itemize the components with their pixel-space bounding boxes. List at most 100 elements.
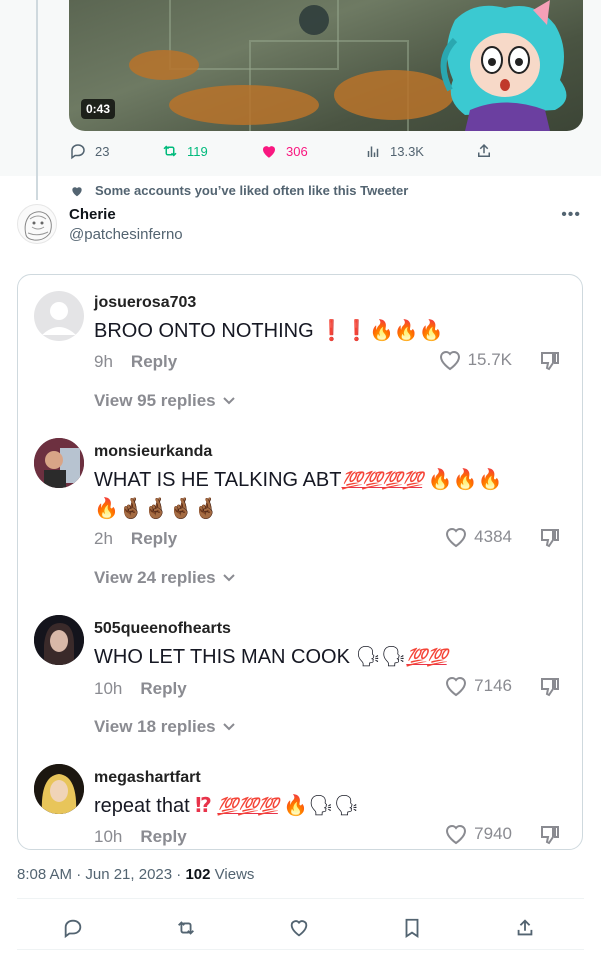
- comment-text: repeat that ⁉ 💯💯💯 🔥🗣🗣: [94, 792, 554, 821]
- social-context: Some accounts you’ve liked often like th…: [70, 183, 408, 198]
- comment-text: WHO LET THIS MAN COOK 🗣🗣💯💯: [94, 643, 554, 672]
- sketch-avatar-image: [24, 211, 52, 241]
- view-replies: View 24 replies: [94, 568, 236, 588]
- default-avatar-icon: [42, 302, 76, 335]
- heart-filled-icon: [263, 146, 275, 158]
- retweet-action[interactable]: 119: [161, 142, 208, 160]
- view-replies-label: View 24 replies: [94, 568, 216, 587]
- analytics-icon: [367, 146, 379, 157]
- comment-likes: 15.7K: [438, 349, 512, 371]
- comment-username: monsieurkanda: [94, 443, 213, 460]
- comment-body: BROO ONTO NOTHING: [94, 320, 314, 342]
- leaf-pile: [129, 50, 199, 80]
- divider: [17, 898, 584, 899]
- share-icon[interactable]: [514, 917, 536, 939]
- comment-emoji: 🔥🗣🗣: [283, 795, 360, 817]
- video-player[interactable]: 0:43: [69, 0, 583, 131]
- comment-emoji-line: 🔥🤞🏾🤞🏾🤞🏾🤞🏾: [94, 498, 219, 520]
- bookmark-icon[interactable]: [401, 917, 423, 939]
- comment-avatar: [34, 291, 84, 341]
- comment-text: WHAT IS HE TALKING ABT💯💯💯💯 🔥🔥🔥 🔥🤞🏾🤞🏾🤞🏾🤞🏾: [94, 466, 554, 523]
- views-action[interactable]: 13.3K: [364, 142, 424, 160]
- comment-meta: 9h Reply: [94, 352, 177, 372]
- comment-emoji: 🔥🔥🔥: [427, 469, 503, 491]
- views-label: Views: [214, 866, 255, 883]
- comment-likes: 7146: [444, 675, 512, 697]
- view-replies-label: View 95 replies: [94, 391, 216, 410]
- chevron-down-icon: [222, 397, 235, 405]
- tweet-meta: 8:08 AM · Jun 21, 2023 · 102 Views: [17, 866, 254, 883]
- user-handle[interactable]: @patchesinferno: [69, 226, 183, 243]
- comment-age: 9h: [94, 352, 113, 371]
- leaf-pile: [169, 85, 319, 125]
- quoted-tweet-actions: 23 119 306 13.3K: [69, 142, 509, 166]
- comment-avatar: [34, 438, 84, 488]
- thread-line: [36, 0, 38, 200]
- comment-avatar: [34, 764, 84, 814]
- comment-likes: 7940: [444, 823, 512, 845]
- retweet-count: 119: [187, 143, 208, 159]
- video-duration: 0:43: [81, 99, 116, 119]
- character-figure: [299, 5, 329, 35]
- retweet-icon[interactable]: [175, 917, 197, 939]
- retweet-icon: [163, 145, 177, 157]
- view-replies: View 18 replies: [94, 717, 236, 737]
- comment-age: 10h: [94, 827, 123, 846]
- comment-text: BROO ONTO NOTHING ❗❗🔥🔥🔥: [94, 317, 554, 345]
- reply-button: Reply: [140, 827, 187, 846]
- heart-outline-icon: [439, 351, 460, 371]
- tweet-action-bar: [17, 905, 584, 949]
- comment-avatar: [34, 615, 84, 665]
- view-replies: View 95 replies: [94, 391, 236, 411]
- photo-avatar-image: [34, 438, 84, 488]
- comment-username: 505queenofhearts: [94, 620, 231, 637]
- comment-meta: 10h Reply: [94, 827, 187, 847]
- divider: [17, 949, 584, 950]
- like-count: 306: [286, 143, 308, 159]
- heart-outline-icon: [446, 528, 467, 548]
- display-name[interactable]: Cherie: [69, 206, 116, 223]
- social-context-text: Some accounts you’ve liked often like th…: [95, 183, 409, 198]
- photo-avatar-image: [34, 615, 84, 665]
- heart-icon[interactable]: [288, 917, 310, 939]
- reply-button: Reply: [140, 679, 187, 698]
- reply-count: 23: [95, 143, 110, 159]
- dislike-icon: [538, 526, 562, 555]
- comment-username: megashartfart: [94, 769, 201, 786]
- reply-button: Reply: [130, 529, 178, 548]
- avatar[interactable]: [17, 204, 57, 244]
- view-replies-label: View 18 replies: [94, 717, 216, 736]
- comment-meta: 10h Reply: [94, 679, 187, 699]
- comment-body: WHAT IS HE TALKING ABT: [94, 469, 342, 491]
- reply-action[interactable]: 23: [69, 142, 109, 160]
- comment-like-count: 15.7K: [467, 350, 512, 369]
- comment-emoji: ❗❗🔥🔥🔥: [319, 320, 444, 342]
- chevron-down-icon: [222, 574, 235, 582]
- hundred-emoji: 💯💯💯: [217, 797, 279, 816]
- more-icon[interactable]: •••: [561, 206, 581, 224]
- reply-button: Reply: [130, 352, 178, 371]
- dislike-icon: [538, 675, 562, 704]
- meta-separator: ·: [176, 866, 182, 883]
- share-action[interactable]: [475, 142, 493, 160]
- comment-like-count: 7146: [474, 676, 512, 695]
- comment-age: 10h: [94, 679, 123, 698]
- interrobang-emoji: ⁉: [195, 795, 212, 817]
- comment-like-count: 7940: [474, 824, 512, 843]
- comment-emoji: 🗣🗣: [355, 646, 407, 668]
- chevron-down-icon: [222, 723, 235, 731]
- vtuber-avatar-image: [440, 0, 567, 131]
- heart-icon: [72, 186, 82, 196]
- like-action[interactable]: 306: [260, 142, 308, 160]
- dislike-icon: [538, 349, 562, 378]
- reply-icon[interactable]: [62, 917, 84, 939]
- views-count: 102: [185, 866, 211, 883]
- view-count: 13.3K: [390, 143, 424, 159]
- tweet-timestamp[interactable]: 8:08 AM · Jun 21, 2023: [17, 866, 172, 883]
- comment-body: repeat that: [94, 795, 190, 817]
- attached-image[interactable]: josuerosa703 BROO ONTO NOTHING ❗❗🔥🔥🔥 9h R…: [17, 274, 583, 850]
- reply-icon: [71, 144, 85, 160]
- heart-outline-icon: [446, 677, 467, 697]
- comment-body: WHO LET THIS MAN COOK: [94, 646, 350, 668]
- share-icon: [478, 143, 490, 157]
